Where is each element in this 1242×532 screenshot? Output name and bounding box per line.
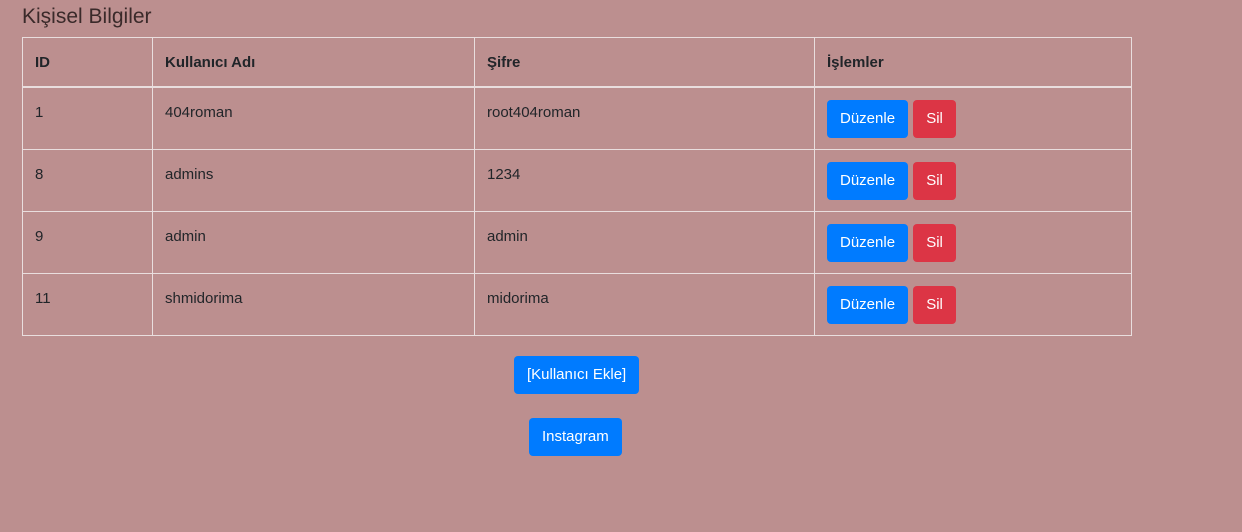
header-password: Şifre (474, 37, 815, 88)
delete-button[interactable]: Sil (913, 100, 956, 138)
table-row: 1 404roman root404roman Düzenle Sil (22, 86, 1132, 150)
cell-password: 1234 (474, 148, 815, 212)
cell-id: 9 (22, 210, 153, 274)
users-table: ID Kullanıcı Adı Şifre İşlemler 1 404rom… (22, 37, 1132, 336)
cell-username: shmidorima (152, 272, 475, 336)
cell-actions: Düzenle Sil (814, 210, 1132, 274)
cell-password: midorima (474, 272, 815, 336)
edit-button[interactable]: Düzenle (827, 285, 909, 324)
edit-button[interactable]: Düzenle (827, 161, 909, 200)
header-username: Kullanıcı Adı (152, 37, 475, 88)
delete-button[interactable]: Sil (913, 223, 956, 262)
cell-username: admin (152, 210, 475, 274)
header-id: ID (22, 37, 153, 88)
cell-id: 8 (22, 148, 153, 212)
table-row: 11 shmidorima midorima Düzenle Sil (22, 272, 1132, 336)
add-user-button[interactable]: [Kullanıcı Ekle] (514, 356, 640, 394)
cell-password: admin (474, 210, 815, 274)
edit-button[interactable]: Düzenle (827, 223, 909, 262)
table-row: 8 admins 1234 Düzenle Sil (22, 148, 1132, 212)
instagram-button[interactable]: Instagram (529, 418, 622, 456)
table-header-row: ID Kullanıcı Adı Şifre İşlemler (22, 37, 1132, 88)
cell-id: 11 (22, 272, 153, 336)
cell-actions: Düzenle Sil (814, 272, 1132, 336)
cell-id: 1 (22, 86, 153, 150)
delete-button[interactable]: Sil (913, 285, 956, 324)
cell-password: root404roman (474, 86, 815, 150)
table-row: 9 admin admin Düzenle Sil (22, 210, 1132, 274)
cell-username: admins (152, 148, 475, 212)
header-actions: İşlemler (814, 37, 1132, 88)
page-title: Kişisel Bilgiler (22, 5, 152, 28)
cell-actions: Düzenle Sil (814, 148, 1132, 212)
cell-username: 404roman (152, 86, 475, 150)
delete-button[interactable]: Sil (913, 161, 956, 200)
cell-actions: Düzenle Sil (814, 86, 1132, 150)
edit-button[interactable]: Düzenle (827, 100, 909, 138)
